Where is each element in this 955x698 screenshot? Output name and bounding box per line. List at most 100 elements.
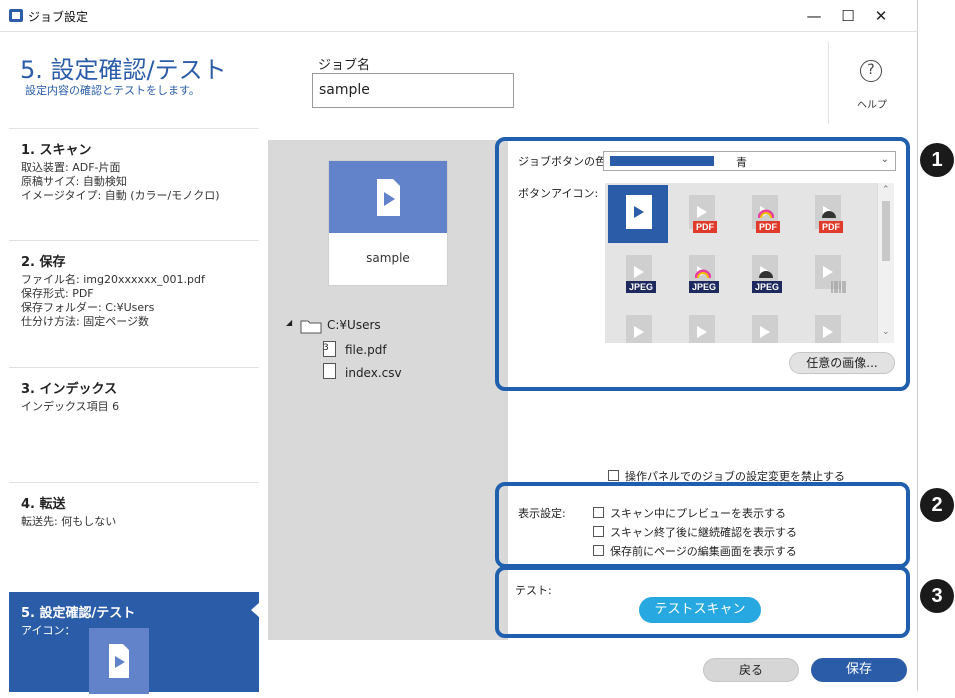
step-title: 3. インデックス — [21, 382, 118, 397]
job-settings-window: ジョブ設定 — ☐ ✕ 5. 設定確認/テスト 設定内容の確認とテストをします。… — [0, 0, 918, 694]
job-button-color-area — [329, 161, 447, 233]
scroll-up-icon[interactable]: ⌃ — [882, 185, 890, 195]
header-divider — [828, 42, 829, 124]
chevron-down-icon: ⌄ — [880, 154, 889, 165]
step-detail: イメージタイプ: 自動 (カラー/モノクロ) — [21, 189, 220, 202]
gray-arc-icon — [822, 211, 836, 218]
back-button[interactable]: 戻る — [703, 658, 799, 682]
icon-option[interactable]: PDF — [797, 185, 857, 243]
document-icon — [815, 315, 841, 343]
title-bar: ジョブ設定 — ☐ ✕ — [0, 0, 918, 32]
step-index[interactable]: 3. インデックス インデックス項目 6 — [9, 368, 259, 483]
tree-file-csv[interactable]: index.csv — [345, 366, 402, 380]
callout-marker-1: 1 — [920, 143, 954, 177]
icon-grid: PDF PDF PDF JPEG JPEG JPEG — [605, 183, 877, 343]
help-icon: ? — [860, 60, 882, 82]
csv-file-icon — [323, 363, 336, 379]
preview-during-scan-label: スキャン中にプレビューを表示する — [610, 507, 786, 520]
color-swatch — [610, 156, 714, 166]
jpeg-badge: JPEG — [626, 281, 657, 293]
page-title: 5. 設定確認/テスト — [20, 56, 227, 84]
step-title: 1. スキャン — [21, 143, 92, 158]
jpeg-badge: JPEG — [752, 281, 783, 293]
icon-option[interactable] — [608, 305, 668, 343]
button-color-select[interactable]: 青 ⌄ — [603, 151, 896, 171]
icon-option[interactable]: JPEG — [671, 245, 731, 303]
job-name-label: ジョブ名 — [318, 58, 371, 73]
step-detail: インデックス項目 6 — [21, 400, 120, 413]
wizard-sidebar: 1. スキャン 取込装置: ADF-片面 原稿サイズ: 自動検知 イメージタイプ… — [9, 128, 260, 694]
file-count: 3 — [323, 343, 329, 353]
color-arc-icon — [695, 269, 711, 279]
tree-folder-label[interactable]: C:¥Users — [327, 318, 381, 332]
continue-confirm-checkbox[interactable] — [593, 526, 604, 537]
icon-option[interactable]: JPEG — [608, 245, 668, 303]
step-detail: 仕分け方法: 固定ページ数 — [21, 315, 149, 328]
close-button[interactable]: ✕ — [867, 4, 895, 28]
help-label: ヘルプ — [857, 100, 887, 111]
pdf-badge: PDF — [819, 221, 843, 233]
icon-option[interactable] — [608, 185, 668, 243]
tree-file-pdf[interactable]: file.pdf — [345, 343, 387, 357]
continue-confirm-label: スキャン終了後に継続確認を表示する — [610, 526, 797, 539]
edit-page-checkbox[interactable] — [593, 545, 604, 556]
step-save[interactable]: 2. 保存 ファイル名: img20xxxxxx_001.pdf 保存形式: P… — [9, 241, 259, 368]
lock-panel-checkbox[interactable] — [608, 470, 619, 481]
icon-option[interactable] — [797, 305, 857, 343]
job-icon-preview — [89, 628, 149, 694]
window-title: ジョブ設定 — [28, 10, 89, 24]
step-title: 5. 設定確認/テスト — [21, 606, 136, 621]
minimize-button[interactable]: — — [800, 4, 828, 28]
job-button-label: sample — [366, 251, 410, 265]
button-color-label: ジョブボタンの色: — [518, 155, 610, 168]
document-icon — [626, 315, 652, 343]
gray-arc-icon — [759, 271, 773, 278]
color-arc-icon — [758, 209, 774, 219]
test-label: テスト: — [515, 584, 552, 597]
document-play-icon — [109, 644, 129, 678]
icon-option[interactable] — [734, 305, 794, 343]
active-indicator — [251, 602, 260, 618]
maximize-button[interactable]: ☐ — [834, 4, 862, 28]
step-detail: 保存形式: PDF — [21, 287, 94, 300]
scroll-thumb[interactable] — [882, 201, 890, 261]
step-title: 4. 転送 — [21, 497, 66, 512]
edit-page-label: 保存前にページの編集画面を表示する — [610, 545, 797, 558]
folder-icon — [300, 320, 322, 334]
step-detail: 保存フォルダー: C:¥Users — [21, 301, 155, 314]
pdf-badge: PDF — [756, 221, 780, 233]
jpeg-badge: JPEG — [689, 281, 720, 293]
step-confirm-test[interactable]: 5. 設定確認/テスト アイコン： — [9, 592, 260, 694]
step-detail: 原稿サイズ: 自動検知 — [21, 175, 127, 188]
test-scan-button[interactable]: テストスキャン — [639, 597, 761, 623]
help-button[interactable]: ? ヘルプ — [838, 60, 898, 120]
document-icon — [689, 315, 715, 343]
icon-option[interactable]: JPEG — [734, 245, 794, 303]
color-name: 青 — [736, 156, 747, 169]
scroll-down-icon[interactable]: ⌄ — [882, 327, 890, 337]
job-name-input[interactable]: sample — [312, 73, 514, 108]
step-title: 2. 保存 — [21, 255, 66, 270]
save-button[interactable]: 保存 — [811, 658, 907, 682]
document-play-icon — [377, 179, 400, 216]
button-icon-label: ボタンアイコン: — [518, 187, 599, 200]
barcode-icon — [831, 281, 846, 293]
custom-image-button[interactable]: 任意の画像... — [789, 352, 895, 374]
job-button-preview: sample — [328, 160, 448, 286]
icon-grid-scrollbar[interactable]: ⌃ ⌄ — [877, 183, 894, 343]
page-subtitle: 設定内容の確認とテストをします。 — [25, 84, 200, 97]
document-icon — [752, 315, 778, 343]
icon-option[interactable] — [671, 305, 731, 343]
step-detail: ファイル名: img20xxxxxx_001.pdf — [21, 273, 205, 286]
step-scan[interactable]: 1. スキャン 取込装置: ADF-片面 原稿サイズ: 自動検知 イメージタイプ… — [9, 129, 259, 241]
icon-option[interactable]: PDF — [734, 185, 794, 243]
display-settings-label: 表示設定: — [518, 507, 566, 520]
icon-option[interactable] — [797, 245, 857, 303]
icon-option[interactable]: PDF — [671, 185, 731, 243]
step-transfer[interactable]: 4. 転送 転送先: 何もしない — [9, 483, 259, 608]
step-detail: 取込装置: ADF-片面 — [21, 161, 121, 174]
app-icon — [9, 9, 23, 22]
tree-expand-icon[interactable]: ◢ — [286, 318, 292, 327]
preview-during-scan-checkbox[interactable] — [593, 507, 604, 518]
callout-marker-2: 2 — [920, 488, 954, 522]
